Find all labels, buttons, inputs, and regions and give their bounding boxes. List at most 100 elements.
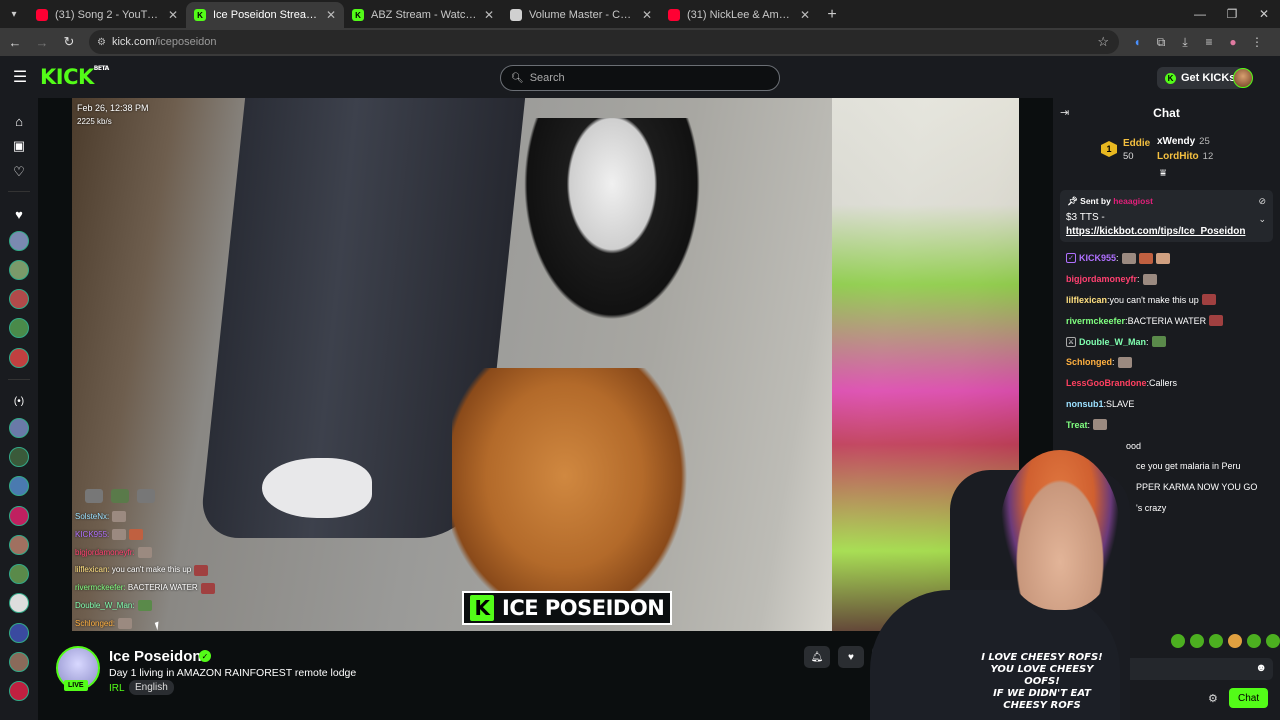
browser-tab-active[interactable]: K Ice Poseidon Stream - Watch ✕ [186,2,344,28]
chat-username[interactable]: LessGooBrandone [1066,378,1147,388]
recommended-channel-avatar[interactable] [9,681,29,701]
chat-message: rivermckeefer: BACTERIA WATER [1066,310,1276,331]
chat-username[interactable]: Double_W_Man [1079,337,1146,347]
close-tab-icon[interactable]: ✕ [168,8,178,22]
chat-username[interactable]: Schlonged [1066,357,1112,367]
stream-title: Day 1 living in AMAZON RAINFOREST remote… [109,667,357,679]
recommended-channel-avatar[interactable] [9,593,29,613]
youtube-favicon-icon [36,9,48,21]
overlay-chat-user: lilflexican: [75,565,110,575]
emote [1117,356,1132,368]
recommended-channel-avatar[interactable] [9,623,29,643]
leaderboard-value: 25 [1199,136,1210,147]
close-window-icon[interactable]: ✕ [1248,0,1280,28]
reading-list-icon[interactable]: ≡ [1197,30,1221,54]
followed-channel-avatar[interactable] [9,289,29,309]
language-tag[interactable]: English [129,680,174,695]
overlay-chat-user: Schlonged: [75,618,116,628]
following-icon[interactable]: ♡ [9,162,29,182]
tab-title: (31) Song 2 - YouTube [55,9,162,21]
close-tab-icon[interactable]: ✕ [800,8,810,22]
close-tab-icon[interactable]: ✕ [642,8,652,22]
get-kicks-button[interactable]: K Get KICKs [1157,67,1244,89]
quick-emote[interactable] [1209,634,1223,648]
restore-icon[interactable]: ❐ [1216,0,1248,28]
user-avatar[interactable] [1233,68,1253,88]
unpin-icon[interactable]: ⊘ [1258,196,1266,207]
chat-settings-gear-icon[interactable]: ⚙ [1208,692,1218,705]
recommended-channel-avatar[interactable] [9,652,29,672]
browser-tab[interactable]: (31) NickLee & Amouranth Hav ✕ [660,2,818,28]
extensions-puzzle-icon[interactable]: ⧉ [1149,30,1173,54]
category-link[interactable]: IRL [109,683,125,694]
channel-name[interactable]: Ice Poseidon [109,648,202,665]
recommended-channel-avatar[interactable] [9,535,29,555]
quick-emote[interactable] [1266,634,1280,648]
chat-username[interactable]: lilflexican [1066,295,1107,305]
overlay-chat-user: Double_W_Man: [75,600,135,610]
notification-bell-icon[interactable]: 🔔︎ [804,646,830,668]
leaderboard-name[interactable]: Eddie [1123,138,1150,149]
new-tab-icon[interactable]: + [818,2,846,28]
close-tab-icon[interactable]: ✕ [326,8,336,22]
bookmark-star-icon[interactable]: ☆ [1097,34,1109,50]
browser-tab[interactable]: K ABZ Stream - Watch Live on Ki ✕ [344,2,502,28]
leaderboard-value: 12 [1202,151,1214,162]
profile-avatar-icon[interactable]: ● [1221,30,1245,54]
chat-username[interactable]: Treat [1066,420,1088,430]
leaderboard-entry[interactable]: xWendy 25 [1157,136,1210,147]
emote [1142,273,1157,285]
quick-emote[interactable] [1228,634,1242,648]
followed-channel-avatar[interactable] [9,231,29,251]
home-icon[interactable]: ⌂ [9,111,29,131]
recommended-channel-avatar[interactable] [9,476,29,496]
chat-text: SLAVE [1106,398,1135,409]
kick-logo[interactable]: KICKBETA [40,65,109,89]
followed-channel-avatar[interactable] [9,260,29,280]
back-icon[interactable]: ← [3,30,27,54]
chat-username[interactable]: bigjordamoneyfr [1066,274,1137,284]
emote [1138,252,1153,264]
pinned-tts-text: $3 TTS - [1066,212,1105,223]
emoji-picker-icon[interactable]: ☻ [1255,662,1267,674]
recommended-channel-avatar[interactable] [9,506,29,526]
search-input[interactable]: 🔍︎ Search [500,65,780,91]
followed-channel-avatar[interactable] [9,318,29,338]
ice-poseidon-brand-overlay: K ICE POSEIDON [462,591,673,625]
minimize-icon[interactable]: — [1184,0,1216,28]
volume-extension-icon[interactable]: ◖ [1125,30,1149,54]
chat-username[interactable]: rivermckeefer [1066,316,1125,326]
address-bar[interactable]: ⚙ kick.com/iceposeidon ☆ [89,30,1119,54]
close-tab-icon[interactable]: ✕ [484,8,494,22]
reload-icon[interactable]: ↻ [57,30,81,54]
chrome-menu-icon[interactable]: ⋮ [1245,30,1269,54]
shirt-line: I LOVE CHEESY ROFS! [981,652,1103,663]
pinned-link[interactable]: https://kickbot.com/tips/Ice_Poseidon [1066,226,1245,237]
shirt-line: IF WE DIDN'T EAT [993,688,1091,699]
browser-tab[interactable]: Volume Master - Chrome Web ✕ [502,2,660,28]
quick-emote[interactable] [1190,634,1204,648]
recommended-channel-avatar[interactable] [9,418,29,438]
overlay-chat: SolsteNx: KICK955: bigjordamoneyfr: lilf… [75,484,245,631]
browser-tab[interactable]: (31) Song 2 - YouTube ✕ [28,2,186,28]
followed-channel-avatar[interactable] [9,348,29,368]
expand-leaderboard-icon[interactable]: ⩸ [1160,168,1166,179]
chat-username[interactable]: nonsub1 [1066,399,1104,409]
tab-search-icon[interactable]: ▾ [0,0,28,28]
pinned-sender[interactable]: heaagiost [1113,196,1153,206]
recommended-channel-avatar[interactable] [9,447,29,467]
forward-icon[interactable]: → [30,30,54,54]
hamburger-menu-icon[interactable]: ☰ [0,67,40,87]
emote [1121,252,1136,264]
recommended-channel-avatar[interactable] [9,564,29,584]
emote [137,600,152,612]
download-icon[interactable]: ⤓ [1173,30,1197,54]
quick-emote[interactable] [1247,634,1261,648]
site-info-icon[interactable]: ⚙ [97,37,106,48]
quick-emote[interactable] [1171,634,1185,648]
chat-username[interactable]: KICK955 [1079,253,1116,263]
send-chat-button[interactable]: Chat [1229,688,1269,708]
chevron-down-icon[interactable]: ⌄ [1258,214,1266,225]
leaderboard-entry[interactable]: LordHito 12 [1157,151,1213,162]
browse-icon[interactable]: ▣ [9,136,29,156]
